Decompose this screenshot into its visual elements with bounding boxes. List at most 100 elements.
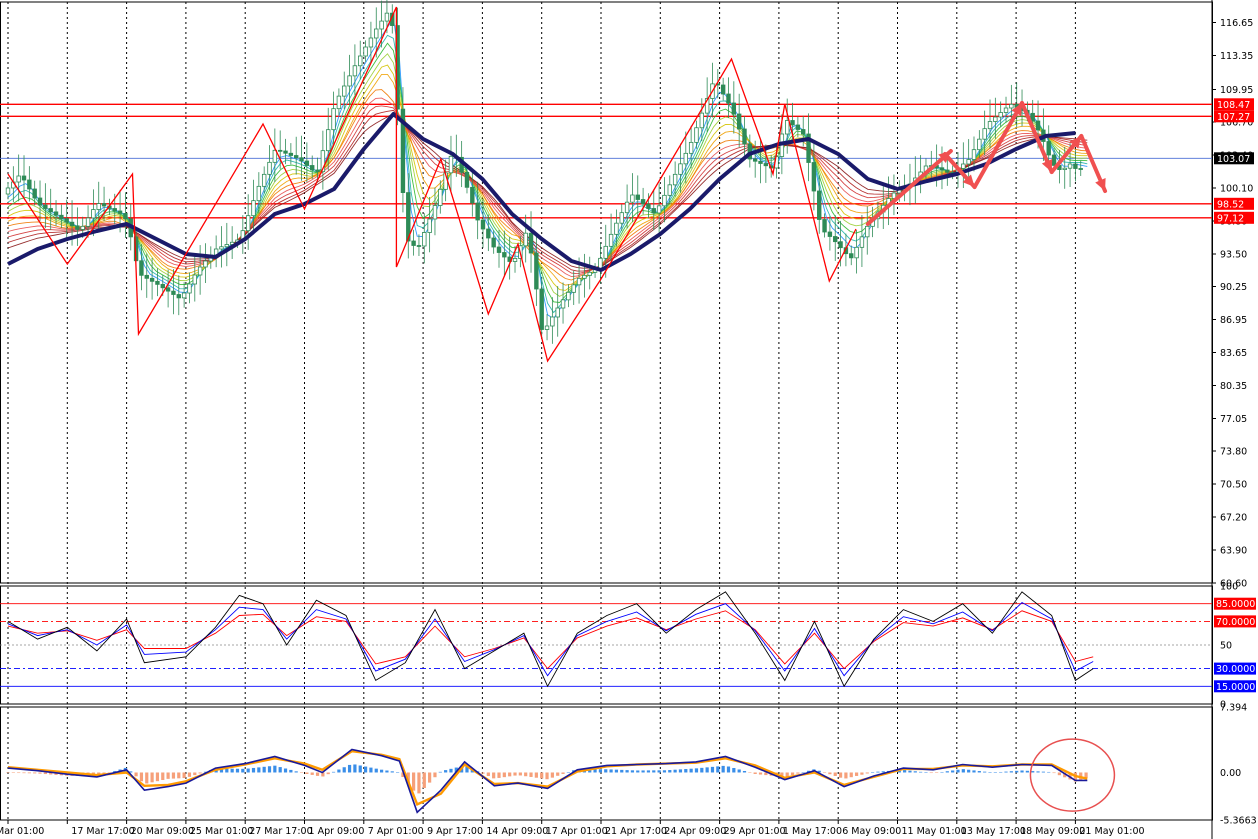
- macd-histogram-bar: [43, 772, 47, 775]
- macd-histogram-bar: [139, 772, 144, 782]
- candle-body: [827, 231, 833, 237]
- macd-histogram-bar: [726, 766, 731, 773]
- macd-histogram-bar: [6, 772, 10, 773]
- price-tick-label: 63.90: [1220, 546, 1247, 557]
- macd-histogram-bar: [919, 771, 923, 773]
- ma-ribbon-line: [7, 97, 1088, 278]
- macd-histogram-bar: [513, 772, 517, 776]
- candle-body: [699, 112, 705, 129]
- macd-histogram-bar: [742, 770, 747, 773]
- macd-histogram-bar: [700, 767, 704, 773]
- candle-body: [358, 55, 363, 67]
- macd-histogram-bar: [721, 765, 725, 773]
- candle-body: [667, 184, 672, 196]
- candle-body: [1062, 167, 1067, 170]
- macd-histogram-bar: [262, 766, 266, 773]
- macd-histogram-bar: [374, 768, 378, 773]
- macd-histogram-bar: [870, 772, 875, 773]
- time-label: 1 May 17:00: [783, 826, 842, 837]
- time-label: 21 Apr 17:00: [605, 826, 667, 837]
- macd-histogram-bar: [241, 768, 245, 773]
- price-tick-label: 67.20: [1220, 513, 1247, 524]
- macd-histogram-bar: [534, 772, 538, 778]
- candle-body: [646, 203, 651, 209]
- time-label: 1 Apr 09:00: [309, 826, 365, 837]
- candle-body: [261, 173, 267, 187]
- stoch-level-label: 70.0000: [1216, 617, 1255, 628]
- macd-histogram-bar: [972, 770, 976, 773]
- macd-histogram-bar: [1052, 772, 1056, 774]
- macd-histogram-bar: [694, 768, 699, 773]
- price-pane[interactable]: [0, 0, 1212, 363]
- candle-body: [219, 246, 224, 250]
- price-tick-label: 70.50: [1220, 480, 1247, 491]
- candle-body: [123, 213, 128, 220]
- candle-body: [310, 165, 315, 171]
- macd-tick-label: -5.3663: [1220, 816, 1257, 827]
- candle-body: [59, 214, 64, 220]
- macd-histogram-bar: [134, 772, 138, 777]
- macd-histogram-bar: [732, 767, 736, 773]
- trend-arrow-shaft: [972, 101, 1025, 189]
- candle-body: [438, 188, 443, 206]
- macd-histogram-bar: [865, 772, 869, 774]
- candle-body: [833, 236, 838, 243]
- macd-histogram-bar: [22, 772, 26, 774]
- candle-body: [464, 171, 470, 188]
- price-tick-label: 116.65: [1220, 18, 1253, 29]
- candle-body: [427, 218, 432, 233]
- candle-body: [801, 129, 806, 135]
- macd-histogram-bar: [145, 772, 149, 784]
- time-label: 9 Apr 17:00: [427, 826, 483, 837]
- macd-histogram-bar: [358, 765, 362, 773]
- candle-body: [315, 169, 320, 173]
- macd-histogram-bar: [11, 772, 15, 773]
- macd-histogram-bar: [1047, 771, 1051, 773]
- macd-histogram-bar: [796, 772, 800, 774]
- price-tick-label: 83.65: [1220, 348, 1247, 359]
- macd-histogram-bar: [935, 772, 939, 773]
- macd-histogram-bar: [609, 769, 613, 773]
- macd-histogram-bar: [273, 765, 277, 773]
- candle-body: [758, 160, 763, 164]
- macd-histogram-bar: [428, 772, 432, 783]
- candle-body: [982, 128, 987, 140]
- candle-body: [1009, 103, 1014, 109]
- trading-chart[interactable]: 116.65113.35109.95106.70103.40100.1096.8…: [0, 0, 1258, 839]
- ma-ribbon-line: [7, 105, 1088, 275]
- macd-histogram-bar: [951, 770, 955, 773]
- candle-body: [576, 277, 582, 286]
- macd-histogram-bar: [385, 770, 389, 773]
- candle-body: [544, 325, 550, 330]
- macd-histogram-bar: [753, 772, 757, 774]
- macd-histogram-bar: [17, 772, 21, 774]
- candle-body: [678, 163, 683, 175]
- level-price-label: 108.47: [1217, 100, 1250, 111]
- candle-body: [966, 159, 971, 165]
- macd-pane[interactable]: [6, 738, 1116, 814]
- macd-histogram-bar: [481, 772, 485, 774]
- macd-histogram-bar: [785, 772, 789, 777]
- candle-body: [64, 218, 69, 223]
- candle-body: [560, 299, 566, 309]
- macd-histogram-bar: [171, 772, 176, 779]
- candle-body: [539, 288, 544, 330]
- candle-body: [101, 203, 107, 207]
- macd-histogram-bar: [299, 772, 304, 773]
- macd-histogram-bar: [246, 768, 250, 773]
- macd-histogram-bar: [1025, 770, 1029, 773]
- stoch-level-label: 30.0000: [1216, 664, 1255, 675]
- stochastic-pane[interactable]: [0, 591, 1212, 688]
- candle-body: [555, 307, 560, 318]
- macd-tick-label: 0.00: [1220, 768, 1241, 779]
- macd-histogram-bar: [625, 770, 629, 773]
- candle-body: [651, 208, 656, 214]
- candle-body: [571, 284, 576, 293]
- macd-histogram-bar: [684, 769, 688, 773]
- current-price-label: 103.07: [1217, 154, 1250, 165]
- candle-body: [987, 121, 993, 130]
- candle-body: [795, 124, 801, 130]
- candle-body: [283, 150, 288, 154]
- macd-histogram-bar: [748, 772, 752, 773]
- time-label: Mar 01:00: [0, 826, 44, 837]
